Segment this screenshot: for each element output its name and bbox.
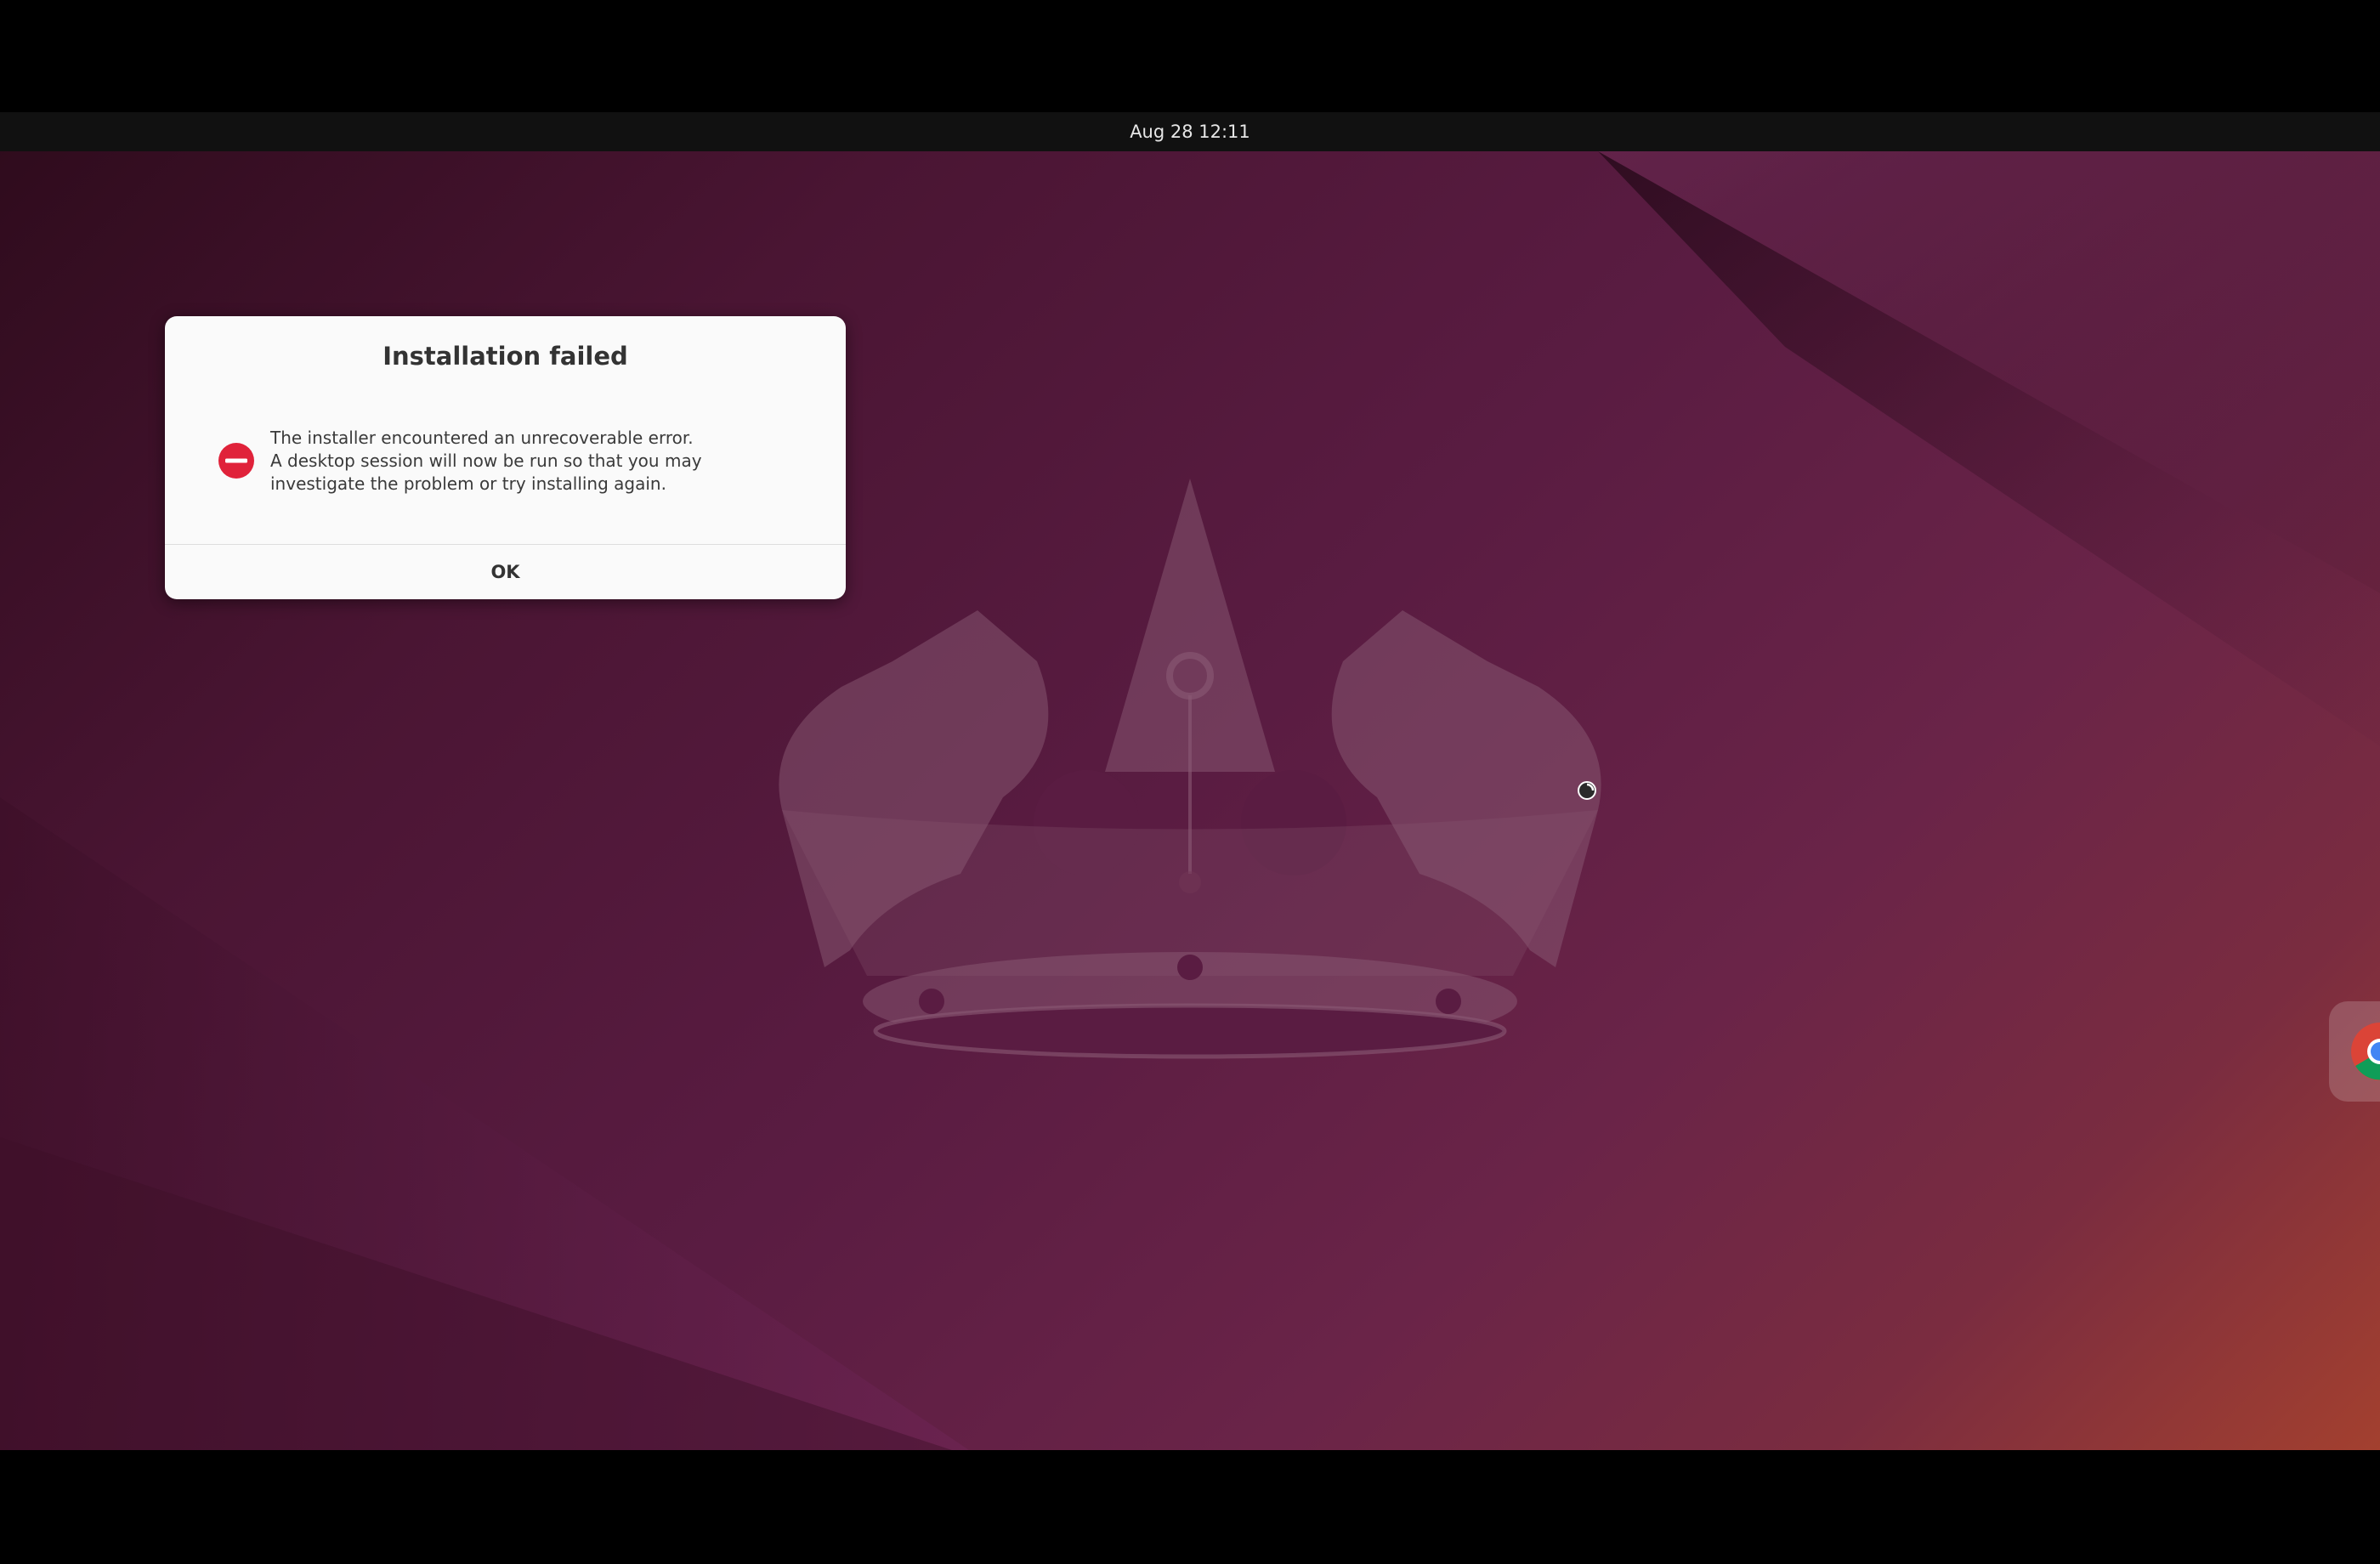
message-line: A desktop session will now be run so tha… <box>270 450 702 471</box>
clock[interactable]: Aug 28 12:11 <box>1130 122 1250 142</box>
letterbox-bottom <box>0 1450 2380 1564</box>
error-icon <box>218 443 254 479</box>
installation-failed-dialog: Installation failed The installer encoun… <box>165 316 846 599</box>
letterbox-top <box>0 0 2380 112</box>
desktop[interactable]: Installation failed The installer encoun… <box>0 151 2380 1450</box>
dialog-message: The installer encountered an unrecoverab… <box>270 427 814 496</box>
dock-app-chrome[interactable] <box>2329 1001 2380 1102</box>
crown-logo <box>779 479 1601 1059</box>
message-line: investigate the problem or try installin… <box>270 473 666 494</box>
busy-cursor-icon <box>1578 781 1596 800</box>
top-bar: Aug 28 12:11 <box>0 112 2380 151</box>
chrome-icon <box>2351 1023 2380 1080</box>
message-line: The installer encountered an unrecoverab… <box>270 428 694 448</box>
screen: Aug 28 12:11 Installation failed The ins… <box>0 112 2380 1450</box>
dialog-title: Installation failed <box>382 342 628 371</box>
ok-button[interactable]: OK <box>165 545 846 599</box>
